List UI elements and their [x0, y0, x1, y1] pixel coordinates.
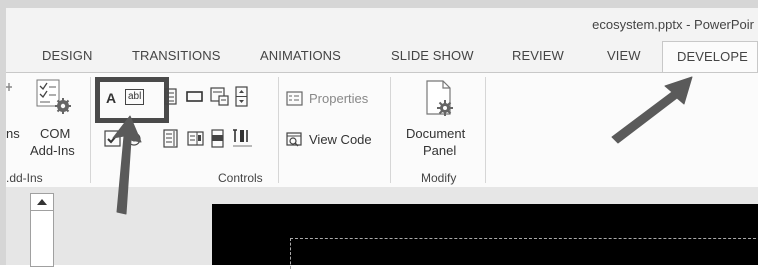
arrow-up-right-icon: [611, 76, 693, 144]
arrow-up-icon: [112, 115, 142, 215]
app-frame: ecosystem.pptx - PowerPoir DESIGN TRANSI…: [0, 0, 758, 269]
annotation-arrows: [112, 76, 693, 215]
